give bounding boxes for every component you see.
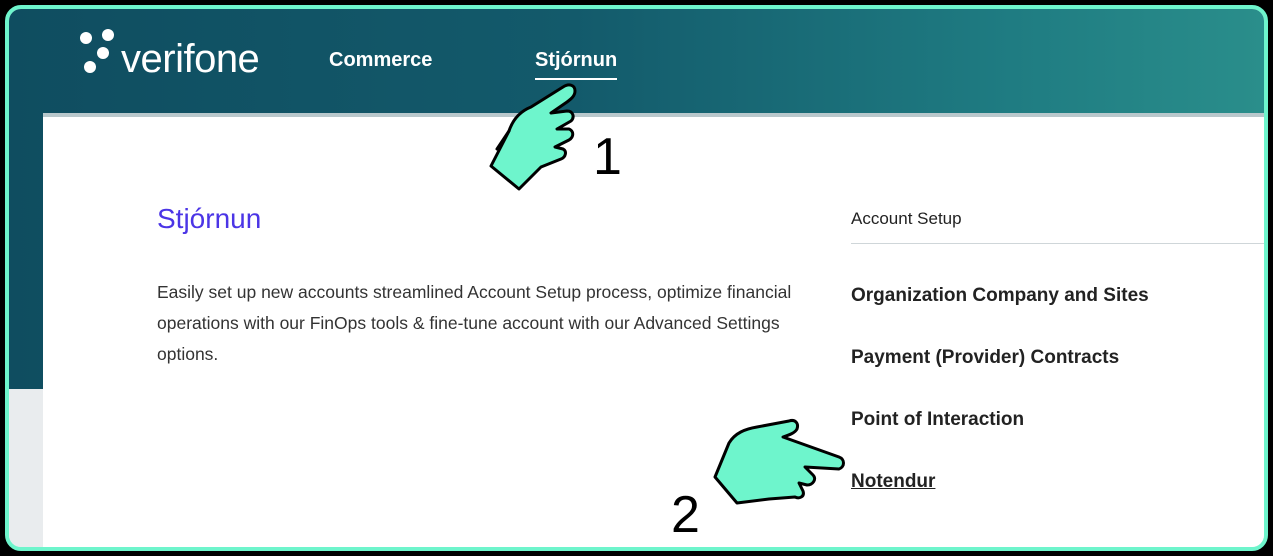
- link-organization-company-sites[interactable]: Organization Company and Sites: [851, 285, 1149, 307]
- annotation-step-2: 2: [671, 486, 700, 544]
- pointing-hand-icon: [489, 83, 577, 191]
- link-payment-provider-contracts[interactable]: Payment (Provider) Contracts: [851, 347, 1119, 369]
- page-title: Stjórnun: [157, 203, 262, 234]
- link-notendur[interactable]: Notendur: [851, 471, 935, 493]
- section-label-account-setup: Account Setup: [851, 209, 1264, 244]
- left-strip: [9, 389, 43, 547]
- annotation-step-1: 1: [593, 128, 622, 186]
- link-point-of-interaction[interactable]: Point of Interaction: [851, 409, 1024, 431]
- verifone-logo[interactable]: verifone: [77, 25, 297, 85]
- logo-wordmark: verifone: [121, 37, 260, 81]
- main-panel: Stjórnun Easily set up new accounts stre…: [43, 113, 1264, 547]
- pointing-hand-icon: [713, 419, 845, 505]
- screenshot-frame: verifone Commerce Stjórnun Stjórnun Easi…: [5, 5, 1268, 551]
- nav-commerce[interactable]: Commerce: [329, 49, 432, 72]
- logo-dots-icon: [80, 29, 114, 73]
- page-description: Easily set up new accounts streamlined A…: [157, 282, 792, 364]
